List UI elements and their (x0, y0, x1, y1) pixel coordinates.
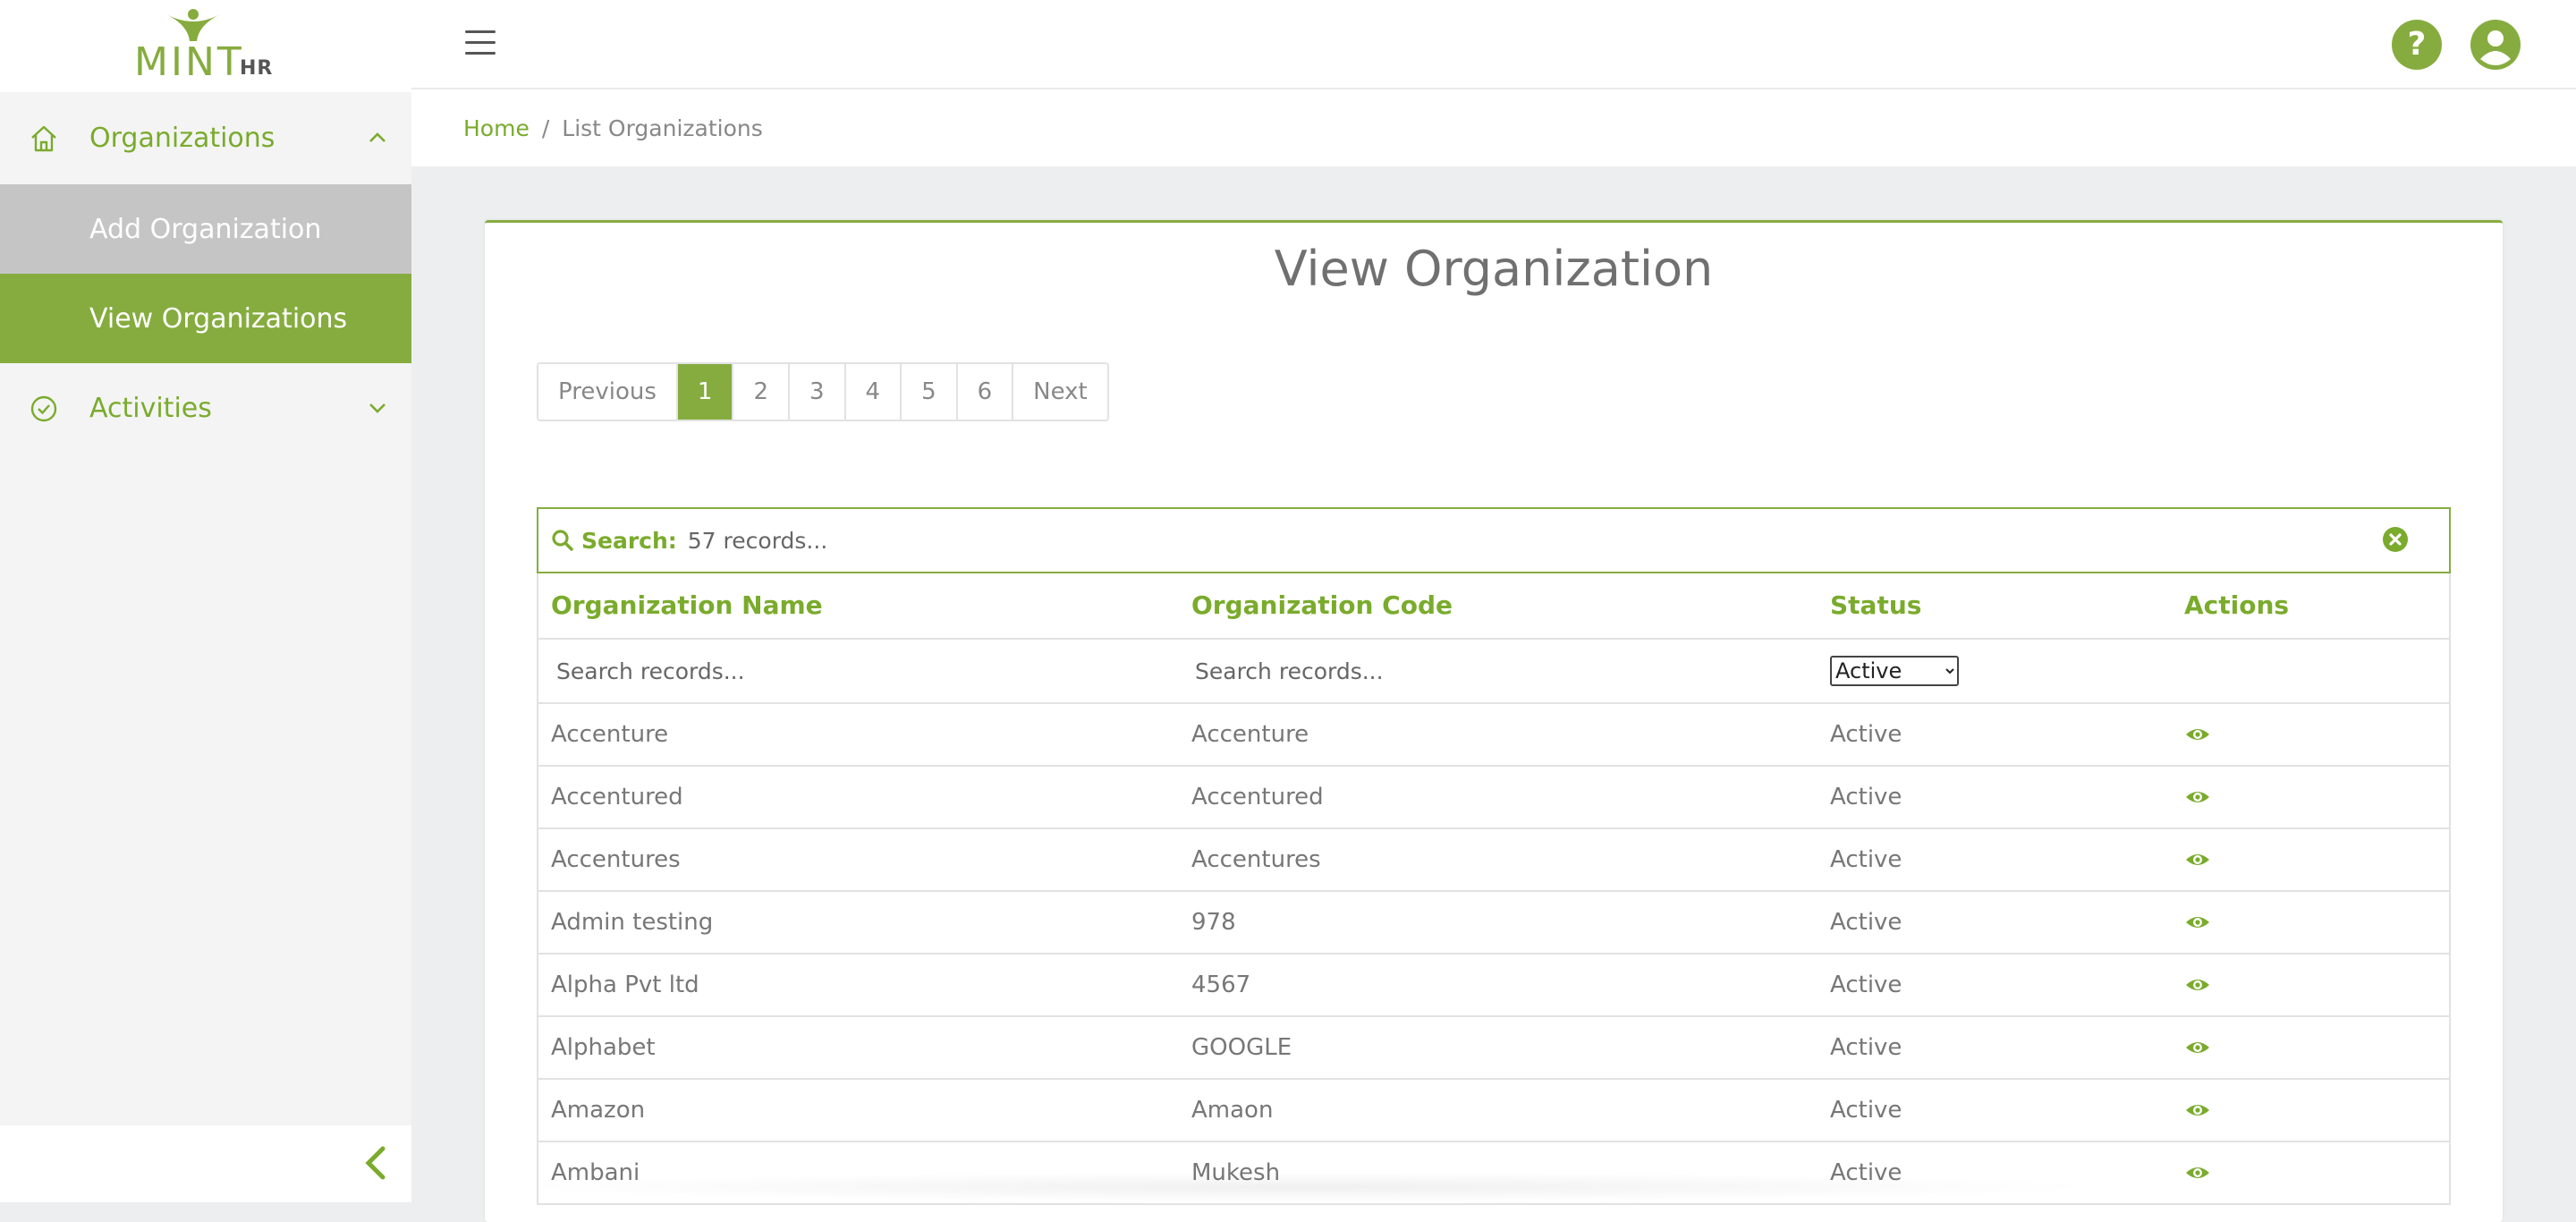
organization-name-cell: Admin testing (551, 909, 714, 936)
pagination: Previous 1 2 3 4 5 6 Next (537, 362, 1109, 421)
home-icon (31, 125, 56, 152)
organization-code-cell: Accentured (1191, 784, 1324, 810)
sidebar-item-label: View Organizations (89, 302, 348, 335)
column-header-organization-name[interactable]: Organization Name (551, 573, 823, 638)
page-title: View Organization (1274, 241, 1714, 297)
clear-search-icon[interactable] (2381, 525, 2410, 554)
logo-figure-icon (166, 9, 220, 41)
help-icon: ? (2407, 26, 2427, 63)
table-row[interactable]: Accenture Accenture Active (538, 704, 2449, 767)
table-row[interactable]: Amazon Amaon Active (538, 1080, 2449, 1142)
table-row[interactable]: Alpha Pvt ltd 4567 Active (538, 955, 2449, 1017)
status-cell: Active (1830, 972, 1902, 998)
table-filter-row: Active (538, 640, 2449, 704)
breadcrumb-separator: / (541, 115, 550, 141)
table-row[interactable]: Accentures Accentures Active (538, 829, 2449, 892)
sidebar-item-add-organization[interactable]: Add Organization (0, 184, 411, 274)
column-header-organization-code[interactable]: Organization Code (1191, 573, 1453, 638)
organization-name-cell: Accentured (551, 784, 683, 810)
organization-code-cell: 978 (1191, 909, 1236, 936)
status-cell: Active (1830, 1034, 1902, 1061)
pagination-page-6[interactable]: 6 (958, 364, 1014, 420)
top-bar: ? (411, 0, 2576, 89)
pagination-page-3[interactable]: 3 (790, 364, 846, 420)
pagination-page-4[interactable]: 4 (846, 364, 902, 420)
table-row[interactable]: Alphabet GOOGLE Active (538, 1017, 2449, 1080)
table-header-row: Organization Name Organization Code Stat… (538, 573, 2449, 640)
sidebar-footer (0, 1125, 411, 1202)
logo-wordmark: MINT (134, 39, 244, 85)
sidebar-item-label: Add Organization (89, 213, 322, 245)
organization-name-cell: Accentures (551, 846, 681, 873)
breadcrumb-current: List Organizations (562, 115, 763, 141)
pagination-page-5[interactable]: 5 (902, 364, 958, 420)
global-search-bar: Search: (537, 507, 2451, 573)
sidebar-item-view-organizations[interactable]: View Organizations (0, 274, 411, 363)
sidebar: MINT HR Organizations Add Organization V… (0, 0, 411, 1202)
view-eye-icon[interactable] (2184, 972, 2211, 997)
organization-name-cell: Alphabet (551, 1034, 656, 1061)
collapse-sidebar-icon[interactable] (358, 1143, 397, 1183)
check-circle-icon (30, 395, 57, 422)
view-eye-icon[interactable] (2184, 847, 2211, 872)
status-cell: Active (1830, 846, 1902, 873)
column-header-actions: Actions (2184, 590, 2290, 620)
organization-code-cell: Amaon (1191, 1097, 1274, 1124)
status-cell: Active (1830, 1097, 1902, 1124)
logo-suffix: HR (240, 57, 274, 80)
view-eye-icon[interactable] (2184, 1098, 2211, 1123)
table-row[interactable]: Admin testing 978 Active (538, 892, 2449, 955)
breadcrumb: Home / List Organizations (411, 89, 2576, 166)
help-button[interactable]: ? (2392, 20, 2442, 70)
search-icon (552, 530, 573, 551)
table-row[interactable]: Accentured Accentured Active (538, 767, 2449, 829)
user-profile-button[interactable] (2470, 20, 2521, 70)
menu-toggle-icon[interactable] (465, 30, 496, 57)
organization-name-cell: Alpha Pvt ltd (551, 972, 699, 998)
user-icon (2480, 30, 2511, 65)
view-eye-icon[interactable] (2184, 785, 2211, 810)
organization-code-filter-input[interactable] (1193, 652, 1778, 690)
scroll-shadow (501, 1172, 2111, 1202)
organization-code-cell: Accenture (1191, 721, 1309, 748)
view-eye-icon[interactable] (2184, 1035, 2211, 1060)
pagination-previous-button[interactable]: Previous (538, 364, 678, 420)
organization-code-cell: 4567 (1191, 972, 1251, 998)
organization-name-cell: Accenture (551, 721, 669, 748)
breadcrumb-home-link[interactable]: Home (463, 115, 530, 141)
organizations-table: Organization Name Organization Code Stat… (537, 573, 2451, 1205)
logo-area: MINT HR (0, 0, 411, 92)
pagination-page-1[interactable]: 1 (677, 364, 734, 420)
pagination-page-2[interactable]: 2 (733, 364, 790, 420)
status-filter-select[interactable]: Active (1830, 656, 1959, 686)
search-input[interactable] (685, 526, 2389, 555)
organization-code-cell: Accentures (1191, 846, 1321, 873)
status-cell: Active (1830, 721, 1902, 748)
sidebar-item-organizations[interactable]: Organizations (0, 93, 411, 182)
organization-code-cell: GOOGLE (1191, 1034, 1292, 1061)
chevron-up-icon (369, 132, 386, 142)
chevron-down-icon (369, 403, 386, 413)
pagination-next-button[interactable]: Next (1013, 364, 1107, 420)
mint-hr-logo[interactable]: MINT HR (134, 5, 277, 85)
content-card: View Organization Previous 1 2 3 4 5 6 N… (485, 220, 2503, 1222)
view-eye-icon[interactable] (2184, 910, 2211, 935)
sidebar-item-label: Activities (89, 392, 212, 424)
organization-name-filter-input[interactable] (555, 652, 1140, 690)
status-cell: Active (1830, 909, 1902, 936)
status-cell: Active (1830, 784, 1902, 810)
sidebar-item-label: Organizations (89, 122, 275, 154)
search-label: Search: (581, 527, 677, 554)
sidebar-item-activities[interactable]: Activities (0, 363, 411, 453)
view-eye-icon[interactable] (2184, 722, 2211, 747)
organization-name-cell: Amazon (551, 1097, 646, 1124)
view-eye-icon[interactable] (2184, 1160, 2211, 1185)
column-header-status[interactable]: Status (1830, 573, 1921, 638)
